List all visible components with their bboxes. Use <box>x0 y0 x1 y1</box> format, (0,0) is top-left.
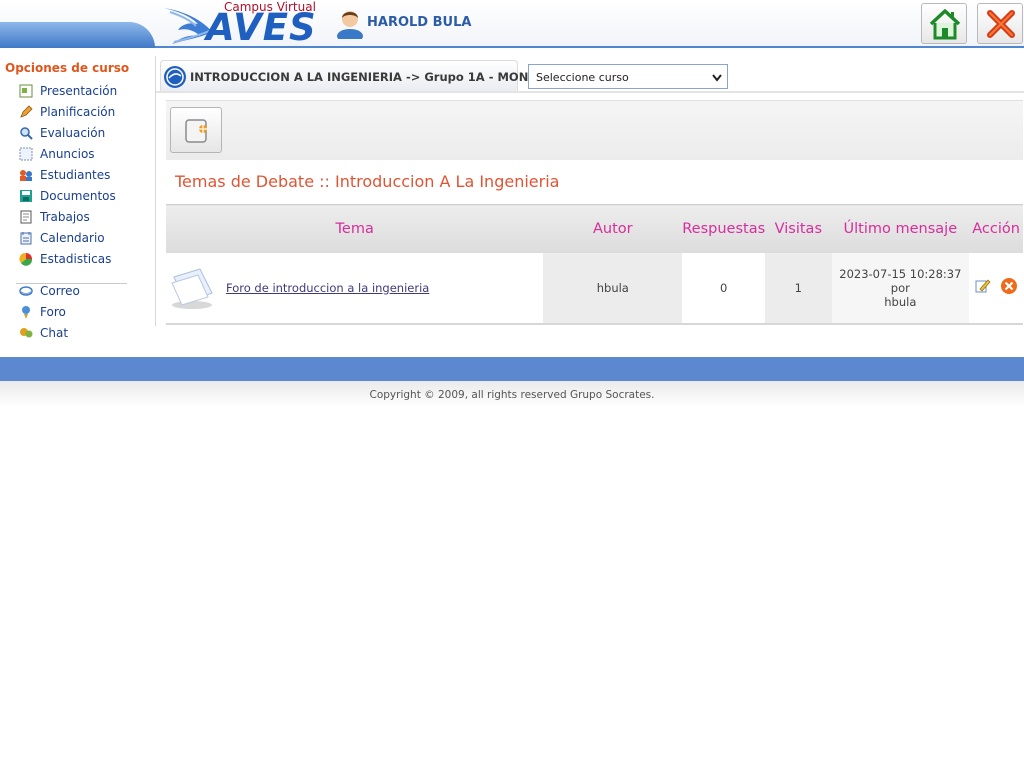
new-topic-button[interactable] <box>170 107 222 153</box>
sidebar-item-presentacion[interactable]: Presentación <box>19 82 117 100</box>
logo-wordmark: AVES <box>206 6 317 49</box>
sidebar-item-correo[interactable]: Correo <box>19 282 80 300</box>
visitas-cell: 1 <box>765 252 832 325</box>
chevron-down-icon <box>712 74 722 82</box>
assignment-icon <box>19 210 33 224</box>
column-header-respuestas: Respuestas <box>682 204 766 253</box>
calendar-icon <box>19 231 33 245</box>
sidebar-title: Opciones de curso <box>5 61 130 75</box>
forum-paper-icon <box>171 267 213 309</box>
course-tab[interactable]: INTRODUCCION A LA INGENIERIA -> Grupo 1A… <box>160 60 566 92</box>
table-header-row: Tema Autor Respuestas Visitas Último men… <box>166 204 1023 253</box>
sidebar-item-label: Documentos <box>40 189 116 203</box>
respuestas-cell: 0 <box>682 252 766 325</box>
main-content: INTRODUCCION A LA INGENIERIA -> Grupo 1A… <box>155 56 1024 326</box>
sidebar-item-label: Evaluación <box>40 126 106 140</box>
sidebar-item-trabajos[interactable]: Trabajos <box>19 208 90 226</box>
magnifier-icon <box>19 126 33 140</box>
course-select[interactable]: Seleccione curso <box>528 64 728 89</box>
chart-icon <box>19 252 33 266</box>
sidebar-item-documentos[interactable]: Documentos <box>19 187 116 205</box>
save-disk-icon <box>19 189 33 203</box>
sidebar-item-label: Planificación <box>40 105 116 119</box>
sidebar-item-label: Trabajos <box>40 210 90 224</box>
user-name: HAROLD BULA <box>367 15 472 30</box>
sidebar-item-estadisticas[interactable]: Estadisticas <box>19 250 111 268</box>
autor-cell: hbula <box>543 252 683 325</box>
course-select-value: Seleccione curso <box>536 71 629 84</box>
sidebar-item-label: Calendario <box>40 231 105 245</box>
sidebar-item-anuncios[interactable]: Anuncios <box>19 145 95 163</box>
sidebar-item-label: Presentación <box>40 84 118 98</box>
close-icon <box>987 10 1015 38</box>
header-blue-tab <box>0 22 155 48</box>
sidebar-item-label: Foro <box>40 305 66 319</box>
sidebar-item-evaluacion[interactable]: Evaluación <box>19 124 105 142</box>
exit-button[interactable] <box>977 3 1023 44</box>
sidebar-item-estudiantes[interactable]: Estudiantes <box>19 166 110 184</box>
mail-icon <box>19 284 33 298</box>
chat-icon <box>19 326 33 340</box>
accion-cell <box>969 252 1023 325</box>
forum-toolbar <box>166 100 1023 160</box>
page-title: Temas de Debate :: Introduccion A La Ing… <box>175 172 560 191</box>
new-document-icon <box>185 119 207 143</box>
course-title: INTRODUCCION A LA INGENIERIA -> Grupo 1A… <box>190 70 567 84</box>
home-icon <box>929 9 961 40</box>
pencil-icon <box>19 105 33 119</box>
sidebar-item-label: Correo <box>40 284 80 298</box>
sidebar-item-foro[interactable]: Foro <box>19 303 66 321</box>
sidebar-item-label: Estadisticas <box>40 252 112 266</box>
copyright-text: Copyright © 2009, all rights reserved Gr… <box>369 389 655 401</box>
announcement-icon <box>19 147 33 161</box>
sidebar-item-label: Chat <box>40 326 69 340</box>
ultimo-mensaje-cell: 2023-07-15 10:28:37 por hbula <box>831 252 970 325</box>
forum-icon <box>19 305 33 319</box>
campus-globe-icon <box>164 66 186 88</box>
table-row: Foro de introduccion a la ingenieria hbu… <box>166 252 1023 325</box>
home-button[interactable] <box>921 3 967 44</box>
sidebar-item-calendario[interactable]: Calendario <box>19 229 105 247</box>
column-header-autor: Autor <box>543 204 683 253</box>
edit-icon[interactable] <box>974 277 992 298</box>
content-divider <box>156 91 1024 93</box>
students-icon <box>19 168 33 182</box>
column-header-visitas: Visitas <box>765 204 832 253</box>
forum-topics-table: Tema Autor Respuestas Visitas Último men… <box>166 204 1023 325</box>
sidebar-item-label: Estudiantes <box>40 168 111 182</box>
column-header-tema: Tema <box>166 204 544 253</box>
presentation-icon <box>19 84 33 98</box>
sidebar-item-label: Anuncios <box>40 147 95 161</box>
topic-link[interactable]: Foro de introduccion a la ingenieria <box>226 281 429 295</box>
top-header: Campus Virtual AVES HAROLD BULA <box>0 0 1024 48</box>
user-avatar-icon <box>337 11 363 39</box>
column-header-ultimo-mensaje: Último mensaje <box>831 204 970 253</box>
footer-bar <box>0 357 1024 381</box>
sidebar-item-planificacion[interactable]: Planificación <box>19 103 115 121</box>
ultimo-mensaje-autor: hbula <box>884 294 917 309</box>
delete-icon[interactable] <box>1000 277 1018 298</box>
column-header-accion: Acción <box>969 204 1023 253</box>
tema-cell: Foro de introduccion a la ingenieria <box>166 252 544 325</box>
ultimo-mensaje-fecha: 2023-07-15 10:28:37 por <box>839 266 962 295</box>
sidebar: Opciones de curso Presentación Planifica… <box>0 52 155 352</box>
sidebar-item-chat[interactable]: Chat <box>19 324 68 342</box>
